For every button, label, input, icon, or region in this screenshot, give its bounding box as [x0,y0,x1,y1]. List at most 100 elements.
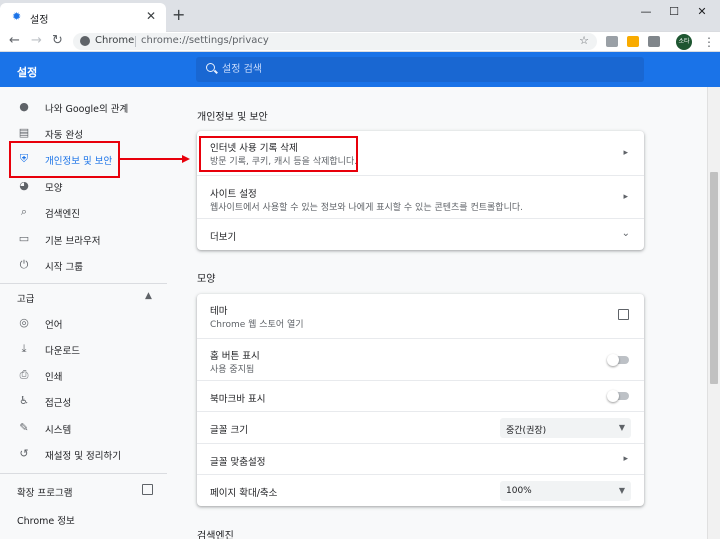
annotation-box-clear-data [199,136,358,172]
sidebar-divider [0,473,167,474]
tab-strip: ✹ 설정 ✕ + — ☐ ✕ [0,0,720,32]
extension-icon[interactable] [606,36,618,47]
page-title: 설정 [17,66,38,79]
reload-button[interactable]: ↻ [52,33,63,49]
advanced-label[interactable]: 고급 [17,291,34,305]
dropdown-arrow-icon: ▼ [618,486,625,495]
person-icon: ● [19,100,29,113]
home-button-row: 홈 버튼 표시 사용 중지됨 [197,338,644,380]
bookmark-star-icon[interactable]: ☆ [579,34,589,47]
home-button-toggle[interactable] [607,354,629,366]
font-size-row: 글꼴 크기 중간(권장) ▼ [197,411,644,443]
row-title: 북마크바 표시 [210,394,266,405]
sidebar-divider [0,283,167,284]
search-icon [206,63,215,72]
url-text[interactable]: chrome://settings/privacy [141,35,269,46]
browser-toolbar: ← → ↻ Chrome chrome://settings/privacy ☆… [0,32,720,52]
chrome-site-icon [80,36,90,46]
appearance-card: 테마 Chrome 웹 스토어 열기 홈 버튼 표시 사용 중지됨 북마크바 표… [197,294,644,506]
forward-button[interactable]: → [31,33,42,49]
more-row[interactable]: 더보기 ⌄ [197,218,644,250]
chevron-up-icon[interactable]: ▲ [145,291,152,301]
sidebar-item-label: 검색엔진 [45,209,80,220]
address-bar[interactable]: Chrome chrome://settings/privacy ☆ [73,33,597,50]
dropdown-arrow-icon: ▼ [618,423,625,432]
about-chrome-link[interactable]: Chrome 정보 [17,513,75,527]
row-subtitle: 웹사이트에서 사용할 수 있는 정보와 나에게 표시할 수 있는 콘텐츠를 컨트… [210,203,523,213]
settings-search[interactable] [196,57,644,82]
scrollbar-thumb[interactable] [710,172,718,384]
page-zoom-select[interactable]: 100% ▼ [500,481,631,501]
folder-extension-icon[interactable] [627,36,639,47]
sidebar-item-label: 재설정 및 정리하기 [45,451,121,462]
annotation-arrow-head [182,155,190,163]
external-link-icon[interactable] [142,484,153,495]
close-tab-icon[interactable]: ✕ [146,9,156,23]
toggle-knob [607,354,619,366]
sidebar-item-printing[interactable]: ⎙ 인쇄 [0,362,167,388]
wrench-icon: ✎ [19,421,29,434]
scrollbar[interactable] [707,87,720,539]
sidebar-item-label: 모양 [45,183,63,194]
sidebar-item-accessibility[interactable]: ♿ 접근성 [0,388,167,414]
search-engine-section-title: 검색엔진 [197,531,234,539]
search-input[interactable] [222,61,622,78]
palette-icon: ◕ [19,179,29,192]
address-separator [135,36,136,47]
gear-icon: ✹ [12,10,22,23]
back-button[interactable]: ← [9,33,20,49]
external-link-icon[interactable] [618,309,629,320]
bookmarks-bar-row: 북마크바 표시 [197,380,644,411]
font-size-select[interactable]: 중간(권장) ▼ [500,418,631,438]
sidebar-item-downloads[interactable]: ⤓ 다운로드 [0,336,167,362]
sidebar-item-label: 다운로드 [45,346,80,357]
chevron-right-icon: ▸ [623,192,628,202]
toggle-knob [607,390,619,402]
menu-icon[interactable]: ⋮ [703,34,715,50]
sidebar-item-label: 시스템 [45,425,72,436]
media-extension-icon[interactable] [648,36,660,47]
printer-icon: ⎙ [19,368,29,381]
sidebar-item-languages[interactable]: ◎ 언어 [0,310,167,336]
new-tab-button[interactable]: + [172,7,185,23]
minimize-button[interactable]: — [634,4,658,20]
sidebar-item-label: 나와 Google의 관계 [45,104,129,115]
annotation-arrow-line [120,158,182,160]
sidebar-item-you-and-google[interactable]: ● 나와 Google의 관계 [0,94,167,120]
customize-fonts-row[interactable]: 글꼴 맞춤설정 ▸ [197,443,644,474]
bookmarks-bar-toggle[interactable] [607,390,629,402]
more-label: 더보기 [210,232,237,243]
select-value: 100% [506,486,532,496]
row-subtitle: Chrome 웹 스토어 열기 [210,320,304,330]
extensions-link[interactable]: 확장 프로그램 [17,485,72,499]
sidebar-item-default-browser[interactable]: ▭ 기본 브라우저 [0,226,167,252]
search-icon: ⌕ [20,205,28,218]
sidebar-item-on-startup[interactable]: ⏻ 시작 그룹 [0,252,167,278]
row-title: 홈 버튼 표시 [210,351,260,362]
row-title: 테마 [210,306,228,317]
chevron-down-icon: ⌄ [621,228,630,239]
sidebar-item-label: 언어 [45,320,63,331]
theme-row[interactable]: 테마 Chrome 웹 스토어 열기 [197,294,644,338]
tab-settings[interactable]: ✹ 설정 ✕ [0,3,166,32]
sidebar-item-label: 시작 그룹 [45,262,83,273]
site-settings-row[interactable]: 사이트 설정 웹사이트에서 사용할 수 있는 정보와 나에게 표시할 수 있는 … [197,175,644,218]
power-icon: ⏻ [19,258,29,271]
page-zoom-row: 페이지 확대/축소 100% ▼ [197,474,644,506]
sidebar-item-label: 기본 브라우저 [45,236,101,247]
row-subtitle: 사용 중지됨 [210,365,255,375]
sidebar-item-search-engine[interactable]: ⌕ 검색엔진 [0,199,167,225]
maximize-button[interactable]: ☐ [662,4,686,20]
close-window-button[interactable]: ✕ [690,4,714,20]
annotation-box-sidebar [9,141,120,178]
sidebar-item-system[interactable]: ✎ 시스템 [0,415,167,441]
row-title: 페이지 확대/축소 [210,488,278,499]
avatar[interactable]: 소타 [676,34,692,50]
chevron-right-icon: ▸ [623,148,628,158]
privacy-section-title: 개인정보 및 보안 [197,112,268,123]
sidebar-item-reset[interactable]: ↺ 재설정 및 정리하기 [0,441,167,467]
select-value: 중간(권장) [506,426,547,436]
accessibility-icon: ♿ [19,394,29,407]
globe-icon: ◎ [19,316,29,329]
chevron-right-icon: ▸ [623,454,628,464]
